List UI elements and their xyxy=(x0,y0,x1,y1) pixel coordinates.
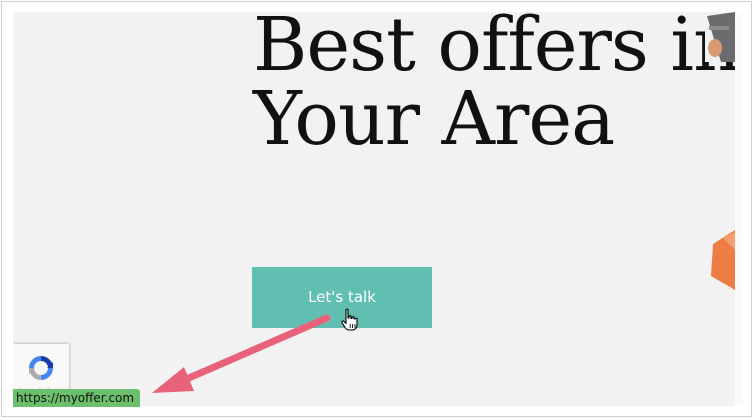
link-url-status: https://myoffer.com xyxy=(13,389,141,407)
hand-pointer-icon xyxy=(340,308,360,332)
hero-title-line-2: Your Area xyxy=(253,76,615,162)
hero-title-line-1: Best offers in xyxy=(253,12,735,88)
scrollbar[interactable] xyxy=(735,12,743,406)
page-viewport: Best offers in Your Area Let's talk xyxy=(13,12,735,406)
decorative-orange-shape xyxy=(709,230,735,290)
recaptcha-logo-icon xyxy=(25,352,57,384)
hero-photo xyxy=(705,12,735,62)
hero-title: Best offers in Your Area xyxy=(253,12,735,156)
